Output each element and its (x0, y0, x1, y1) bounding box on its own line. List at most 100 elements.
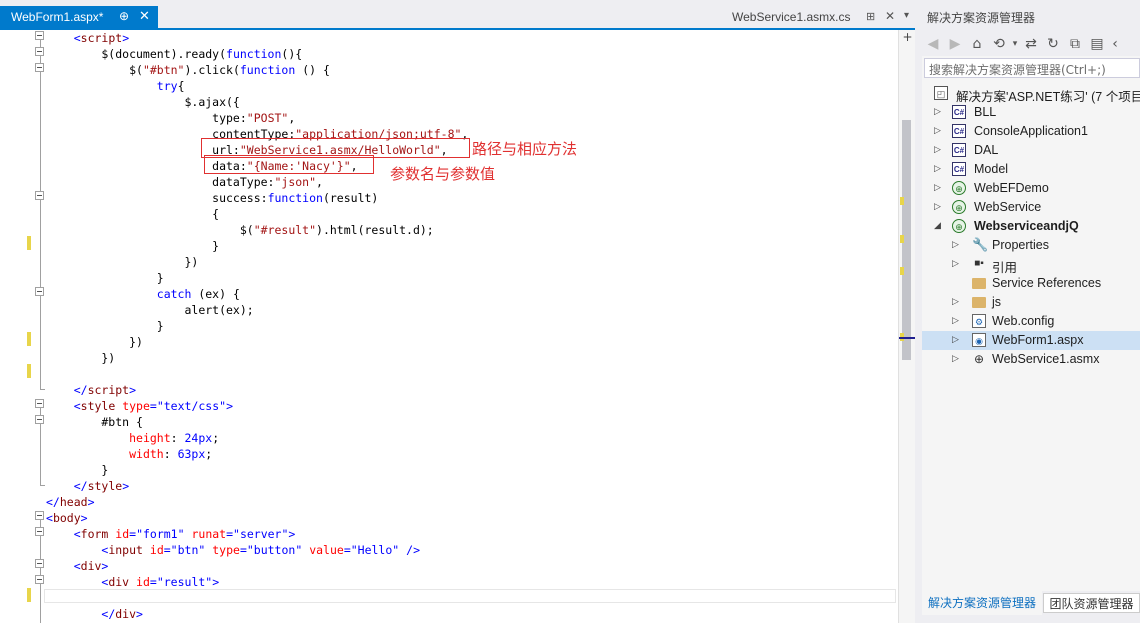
code-line[interactable]: } (46, 270, 468, 286)
code-line[interactable]: $("#btn").click(function () { (46, 62, 468, 78)
editor-vertical-scrollbar[interactable]: + (898, 30, 916, 623)
code-line[interactable]: $("#result").html(result.d); (46, 222, 468, 238)
solution-search-input[interactable] (925, 61, 1140, 79)
code-token: ; (212, 431, 220, 445)
collapse-icon[interactable] (35, 415, 44, 424)
expanded-arrow-icon[interactable]: ◢ (934, 220, 944, 232)
collapse-all-icon[interactable]: ⧉ (1064, 33, 1086, 55)
tree-node[interactable]: ▷ js (922, 293, 1140, 312)
code-line[interactable]: <div> (46, 558, 468, 574)
code-line[interactable]: </head> (46, 494, 468, 510)
tree-node[interactable]: ▷ C# DAL (922, 141, 1140, 160)
code-line[interactable]: } (46, 238, 468, 254)
code-line[interactable]: #btn { (46, 414, 468, 430)
code-line[interactable]: $.ajax({ (46, 94, 468, 110)
code-line[interactable]: success:function(result) (46, 190, 468, 206)
code-line[interactable]: </div> (46, 606, 468, 622)
sync-icon[interactable]: ⇄ (1020, 33, 1042, 55)
collapse-icon[interactable] (35, 399, 44, 408)
collapse-icon[interactable] (35, 63, 44, 72)
collapse-icon[interactable] (35, 575, 44, 584)
chevron-down-icon[interactable]: ▾ (904, 10, 909, 21)
code-line[interactable]: try{ (46, 78, 468, 94)
collapse-icon[interactable] (35, 287, 44, 296)
tree-node[interactable]: ▷ C# Model (922, 160, 1140, 179)
code-line[interactable]: }) (46, 334, 468, 350)
tree-node[interactable]: ▷ ◉ WebForm1.aspx (922, 331, 1140, 350)
tree-node[interactable]: ▷ ⊕ WebService1.asmx (922, 350, 1140, 369)
code-line[interactable]: </script> (46, 382, 468, 398)
collapse-icon[interactable] (35, 511, 44, 520)
code-line[interactable]: <style type="text/css"> (46, 398, 468, 414)
close-icon[interactable]: ✕ (885, 9, 895, 23)
expand-arrow-icon[interactable]: ▷ (934, 201, 944, 213)
chevron-down-icon[interactable]: ▾ (1010, 33, 1020, 55)
tree-node[interactable]: ▷ ■▪ 引用 (922, 255, 1140, 275)
code-line[interactable]: <div id="result"> (46, 574, 468, 590)
collapse-icon[interactable] (35, 191, 44, 200)
home-icon[interactable]: ⌂ (966, 33, 988, 55)
solution-search-box[interactable] (924, 58, 1140, 79)
pin-icon[interactable]: ⊞ (866, 10, 875, 23)
tree-node[interactable]: ▷ C# BLL (922, 103, 1140, 122)
split-icon[interactable]: + (900, 30, 915, 44)
tree-node[interactable]: ▷ 🔧 Properties (922, 236, 1140, 255)
tab-webservice1-asmx-cs[interactable]: WebService1.asmx.cs ⊞ ✕ ▾ (728, 6, 920, 28)
history-icon[interactable]: ⟲ (988, 33, 1010, 55)
tree-node[interactable]: ▷ ⚙ Web.config (922, 312, 1140, 331)
forward-icon[interactable]: ▶ (944, 33, 966, 55)
code-line[interactable] (46, 590, 468, 606)
collapse-icon[interactable] (35, 527, 44, 536)
collapse-icon[interactable] (35, 559, 44, 568)
code-line[interactable]: width: 63px; (46, 446, 468, 462)
refresh-icon[interactable]: ↻ (1042, 33, 1064, 55)
code-line[interactable]: <script> (46, 30, 468, 46)
expand-arrow-icon[interactable]: ▷ (952, 239, 962, 251)
code-line[interactable]: }) (46, 350, 468, 366)
tree-node[interactable]: ▷ ⊕ WebService (922, 198, 1140, 217)
code-line[interactable]: } (46, 318, 468, 334)
code-line[interactable] (46, 366, 468, 382)
pin-icon[interactable]: ⊕ (119, 9, 129, 23)
expand-arrow-icon[interactable]: ▷ (952, 296, 962, 308)
code-line[interactable]: <body> (46, 510, 468, 526)
expand-arrow-icon[interactable]: ▷ (934, 163, 944, 175)
collapse-icon[interactable] (35, 31, 44, 40)
code-editor[interactable]: <script> $(document).ready(function(){ $… (0, 30, 898, 623)
tree-node-solution[interactable]: ◰ 解决方案'ASP.NET练习' (7 个项目) (922, 84, 1140, 104)
expand-arrow-icon[interactable]: ▷ (934, 125, 944, 137)
close-icon[interactable]: ✕ (139, 8, 150, 24)
tab-solution-explorer[interactable]: 解决方案资源管理器 (922, 591, 1042, 615)
properties-icon[interactable]: ‹ (1108, 33, 1122, 55)
back-icon[interactable]: ◀ (922, 33, 944, 55)
code-token: type: (46, 111, 247, 125)
code-line[interactable]: } (46, 462, 468, 478)
code-line[interactable]: { (46, 206, 468, 222)
expand-arrow-icon[interactable]: ▷ (952, 258, 962, 270)
code-line[interactable]: catch (ex) { (46, 286, 468, 302)
expand-arrow-icon[interactable]: ▷ (952, 353, 962, 365)
code-text[interactable]: <script> $(document).ready(function(){ $… (46, 30, 468, 622)
expand-arrow-icon[interactable]: ▷ (934, 182, 944, 194)
code-line[interactable]: type:"POST", (46, 110, 468, 126)
code-line[interactable]: <form id="form1" runat="server"> (46, 526, 468, 542)
expand-arrow-icon[interactable]: ▷ (934, 106, 944, 118)
code-line[interactable]: height: 24px; (46, 430, 468, 446)
expand-arrow-icon[interactable]: ▷ (952, 315, 962, 327)
code-line[interactable]: <input id="btn" type="button" value="Hel… (46, 542, 468, 558)
code-line[interactable]: }) (46, 254, 468, 270)
tree-node[interactable]: ▷ ⊕ WebEFDemo (922, 179, 1140, 198)
expand-arrow-icon[interactable]: ▷ (952, 334, 962, 346)
show-all-files-icon[interactable]: ▤ (1086, 33, 1108, 55)
collapse-icon[interactable] (35, 47, 44, 56)
tab-webform1-aspx[interactable]: WebForm1.aspx* ⊕ ✕ (0, 6, 158, 28)
tree-node[interactable]: Service References (922, 274, 1140, 293)
tab-team-explorer[interactable]: 团队资源管理器 (1043, 593, 1140, 613)
code-line[interactable]: alert(ex); (46, 302, 468, 318)
tree-node[interactable]: ▷ C# ConsoleApplication1 (922, 122, 1140, 141)
panel-splitter[interactable] (915, 0, 922, 623)
tree-node[interactable]: ◢ ⊕ WebserviceandjQ (922, 217, 1140, 236)
expand-arrow-icon[interactable]: ▷ (934, 144, 944, 156)
code-line[interactable]: $(document).ready(function(){ (46, 46, 468, 62)
code-line[interactable]: </style> (46, 478, 468, 494)
